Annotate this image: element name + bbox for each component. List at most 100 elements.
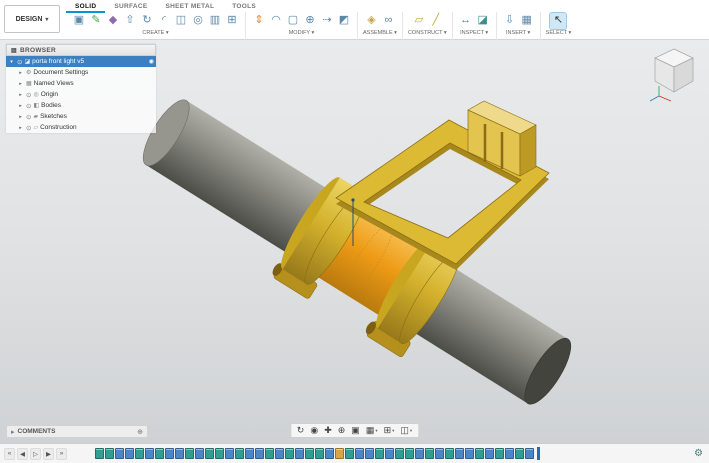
tree-caret-icon[interactable]: ▸: [17, 92, 24, 98]
offset-face-icon[interactable]: ⇢: [319, 13, 335, 29]
assemble-new-component-icon[interactable]: ◈: [363, 13, 379, 29]
timeline-end-marker[interactable]: [537, 447, 540, 460]
timeline-settings-gear-icon[interactable]: ⚙: [694, 448, 703, 459]
visibility-eye-icon[interactable]: ⊙: [26, 124, 31, 132]
timeline-feature-extrude[interactable]: [245, 448, 254, 459]
revolve-icon[interactable]: ↻: [139, 13, 155, 29]
timeline-feature-extrude[interactable]: [325, 448, 334, 459]
timeline-feature-extrude[interactable]: [365, 448, 374, 459]
timeline-feature-sketch[interactable]: [155, 448, 164, 459]
timeline-feature-sketch[interactable]: [95, 448, 104, 459]
zoom-icon[interactable]: ⊕: [338, 425, 346, 436]
timeline-feature-sketch[interactable]: [285, 448, 294, 459]
insert-mesh-icon[interactable]: ▦: [519, 13, 535, 29]
toolbar-group-label-select[interactable]: SELECT ▾: [546, 30, 572, 36]
toolbar-group-label-modify[interactable]: MODIFY ▾: [289, 30, 315, 36]
visibility-eye-icon[interactable]: ⊙: [26, 113, 31, 121]
tree-caret-icon[interactable]: ▸: [17, 125, 24, 131]
shell-icon[interactable]: ▢: [285, 13, 301, 29]
timeline-feature-sketch[interactable]: [105, 448, 114, 459]
go-to-end-button[interactable]: »: [56, 447, 67, 460]
timeline-feature-sketch[interactable]: [425, 448, 434, 459]
display-settings-icon[interactable]: ▦ ▾: [366, 425, 378, 436]
timeline-feature-extrude[interactable]: [435, 448, 444, 459]
visibility-eye-icon[interactable]: ⊙: [26, 91, 31, 99]
visibility-eye-icon[interactable]: ⊙: [26, 102, 31, 110]
timeline-feature-sketch[interactable]: [135, 448, 144, 459]
browser-item-named-views[interactable]: ▸ ▦ Named Views: [6, 78, 156, 89]
construction-plane-icon[interactable]: ▱: [411, 13, 427, 29]
timeline-feature-sketch[interactable]: [475, 448, 484, 459]
create-sketch-icon[interactable]: ✎: [88, 13, 104, 29]
combine-icon[interactable]: ⊕: [302, 13, 318, 29]
viewport[interactable]: ▤ BROWSER ▾ ⊙ ◪ porta front light v5 ◉ ▸ ⚙ Docu…: [0, 40, 709, 443]
measure-icon[interactable]: ↔: [458, 13, 474, 29]
pan-icon[interactable]: ✚: [324, 425, 332, 436]
tree-caret-icon[interactable]: ▸: [17, 70, 24, 76]
timeline-feature-plane[interactable]: [335, 448, 344, 459]
timeline-feature-sketch[interactable]: [445, 448, 454, 459]
browser-item-sketches[interactable]: ▸ ⊙ ▰ Sketches: [6, 111, 156, 122]
timeline-feature-extrude[interactable]: [355, 448, 364, 459]
orbit-icon[interactable]: ↻: [297, 425, 305, 436]
extrude-icon[interactable]: ⇧: [122, 13, 138, 29]
timeline-feature-sketch[interactable]: [315, 448, 324, 459]
sweep-icon[interactable]: ◜: [156, 13, 172, 29]
timeline-feature-extrude[interactable]: [195, 448, 204, 459]
fillet-icon[interactable]: ◠: [268, 13, 284, 29]
timeline-feature-extrude[interactable]: [255, 448, 264, 459]
timeline-feature-sketch[interactable]: [185, 448, 194, 459]
construction-axis-icon[interactable]: ╱: [428, 13, 444, 29]
timeline-feature-sketch[interactable]: [235, 448, 244, 459]
timeline-feature-extrude[interactable]: [385, 448, 394, 459]
toolbar-group-label-create[interactable]: CREATE ▾: [142, 30, 168, 36]
cylinder-primitive-icon[interactable]: ⊞: [224, 13, 240, 29]
step-back-button[interactable]: ◀: [17, 447, 28, 460]
workspace-selector[interactable]: DESIGN ▾: [4, 5, 60, 33]
fit-icon[interactable]: ▣: [351, 425, 360, 436]
timeline-feature-sketch[interactable]: [395, 448, 404, 459]
tree-caret-icon[interactable]: ▸: [17, 81, 24, 87]
timeline-feature-extrude[interactable]: [145, 448, 154, 459]
timeline-feature-sketch[interactable]: [305, 448, 314, 459]
add-comment-icon[interactable]: ⊕: [137, 428, 143, 436]
joint-icon[interactable]: ∞: [380, 13, 396, 29]
insert-derive-icon[interactable]: ⇩: [502, 13, 518, 29]
timeline-feature-extrude[interactable]: [455, 448, 464, 459]
browser-item-origin[interactable]: ▸ ⊙ ◎ Origin: [6, 89, 156, 100]
timeline-feature-sketch[interactable]: [265, 448, 274, 459]
new-component-icon[interactable]: ▣: [71, 13, 87, 29]
press-pull-icon[interactable]: ⇕: [251, 13, 267, 29]
select-tool-icon[interactable]: ↖: [549, 11, 568, 30]
timeline-feature-sketch[interactable]: [405, 448, 414, 459]
box-primitive-icon[interactable]: ▥: [207, 13, 223, 29]
timeline-feature-extrude[interactable]: [275, 448, 284, 459]
toolbar-group-label-assemble[interactable]: ASSEMBLE ▾: [363, 30, 397, 36]
timeline-feature-extrude[interactable]: [485, 448, 494, 459]
loft-icon[interactable]: ◫: [173, 13, 189, 29]
step-forward-button[interactable]: ▶: [43, 447, 54, 460]
activate-component-radio[interactable]: ◉: [149, 58, 154, 65]
visibility-eye-icon[interactable]: ⊙: [17, 58, 22, 66]
timeline-feature-sketch[interactable]: [495, 448, 504, 459]
timeline-feature-sketch[interactable]: [205, 448, 214, 459]
timeline-feature-extrude[interactable]: [295, 448, 304, 459]
browser-item-porta-front-light-v5[interactable]: ▾ ⊙ ◪ porta front light v5 ◉: [6, 56, 156, 67]
comments-bar[interactable]: ▸ COMMENTS ⊕: [6, 425, 148, 438]
timeline-feature-sketch[interactable]: [515, 448, 524, 459]
timeline-feature-extrude[interactable]: [415, 448, 424, 459]
toolbar-group-label-construct[interactable]: CONSTRUCT ▾: [408, 30, 447, 36]
timeline-feature-extrude[interactable]: [225, 448, 234, 459]
section-analysis-icon[interactable]: ◪: [475, 13, 491, 29]
timeline-feature-extrude[interactable]: [125, 448, 134, 459]
browser-item-document-settings[interactable]: ▸ ⚙ Document Settings: [6, 67, 156, 78]
timeline-feature-sketch[interactable]: [345, 448, 354, 459]
timeline-feature-extrude[interactable]: [505, 448, 514, 459]
go-to-beginning-button[interactable]: «: [4, 447, 15, 460]
light-mount-bracket[interactable]: [467, 100, 537, 177]
hole-icon[interactable]: ◎: [190, 13, 206, 29]
viewports-icon[interactable]: ◫ ▾: [400, 425, 412, 436]
create-form-icon[interactable]: ◆: [105, 13, 121, 29]
timeline-feature-extrude[interactable]: [165, 448, 174, 459]
view-cube[interactable]: [645, 44, 703, 104]
